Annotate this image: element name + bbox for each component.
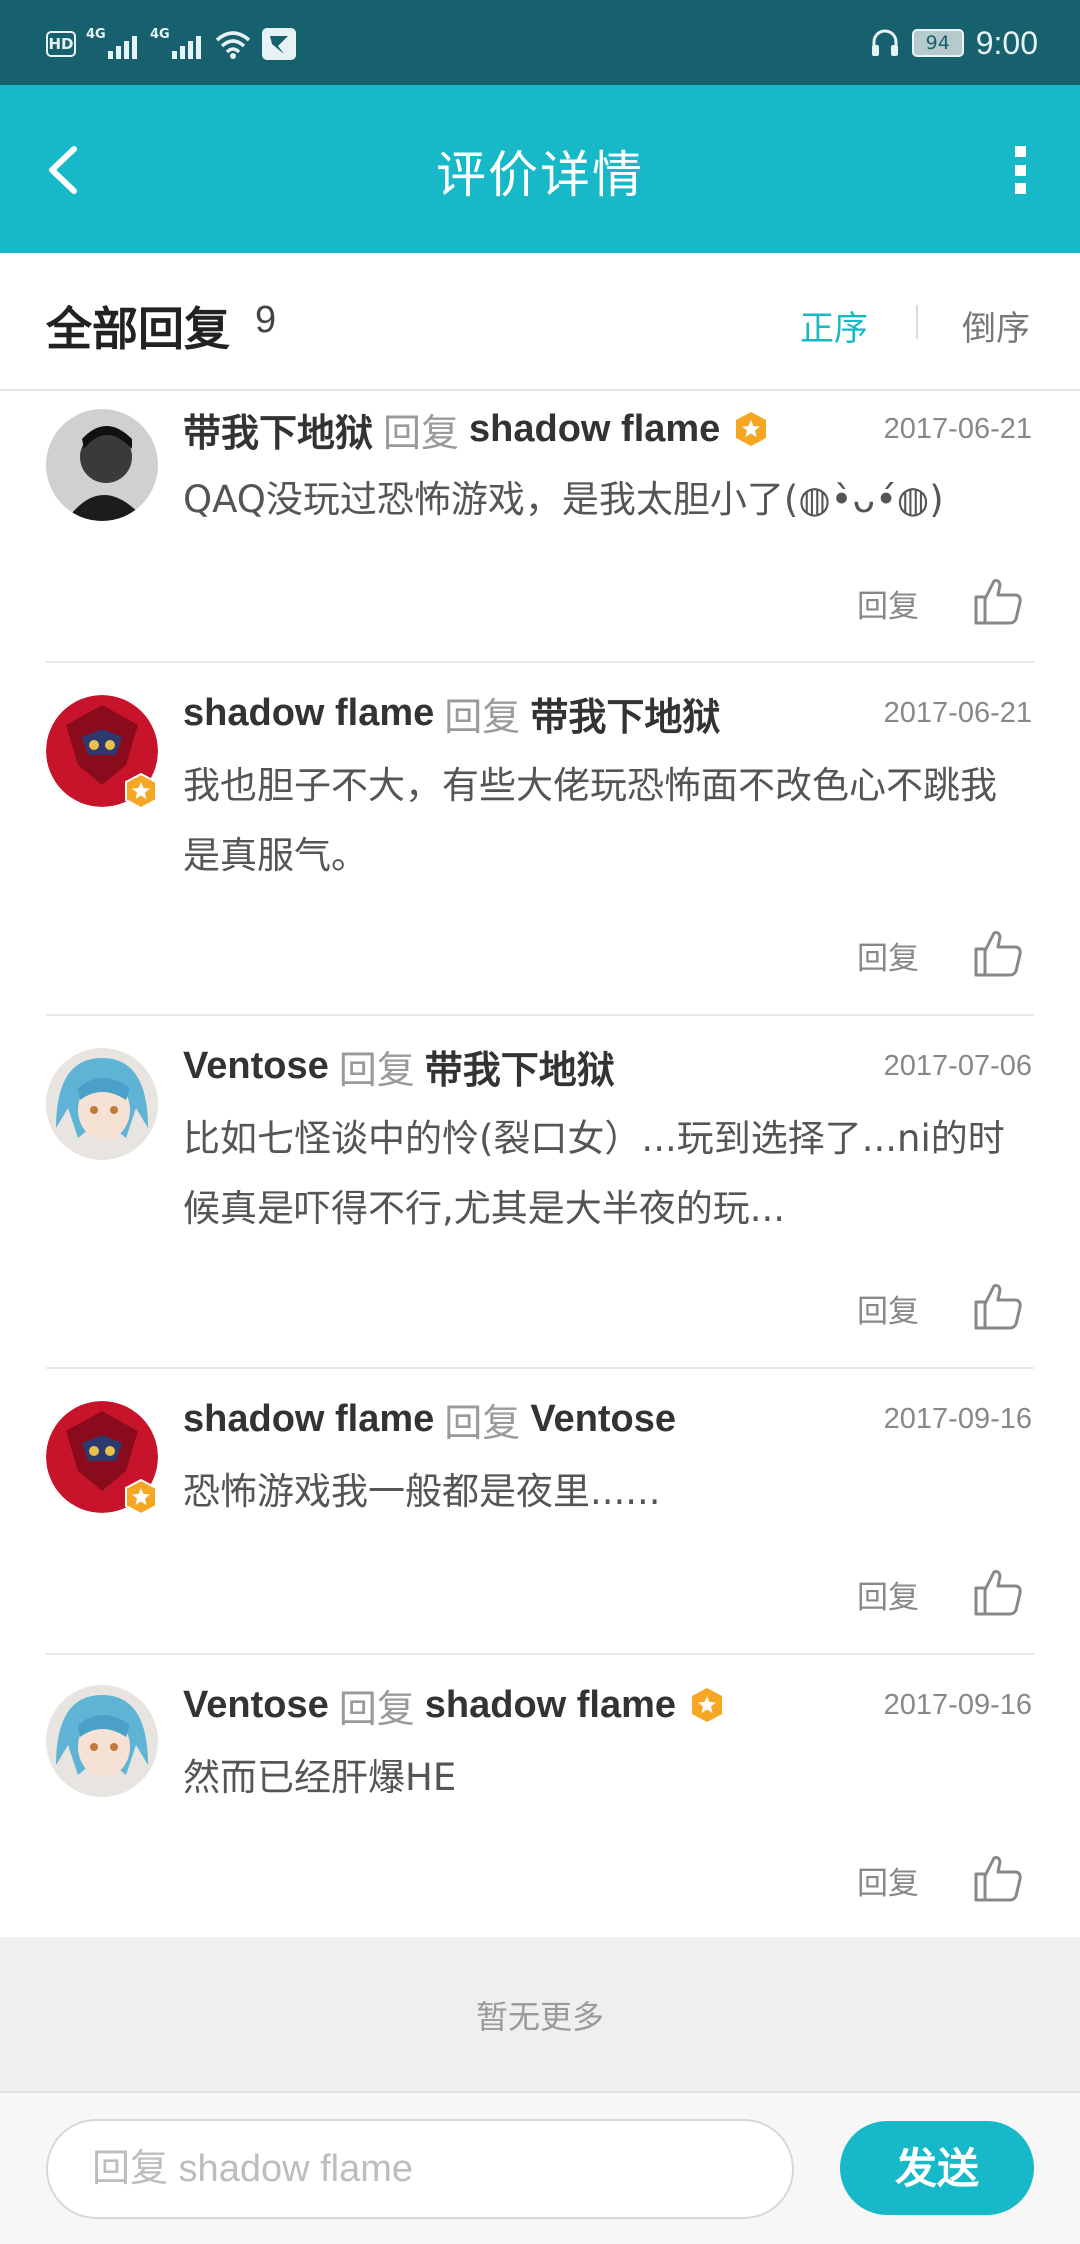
comment-text: QAQ没玩过恐怖游戏，是我太胆小了(◍•̀ᴗ•́◍) bbox=[183, 478, 944, 521]
comment-author[interactable]: 带我下地狱 bbox=[183, 402, 373, 457]
battery-icon: 94 bbox=[911, 29, 964, 57]
reply-verb: 回复 bbox=[444, 694, 521, 739]
comment-text: 恐怖游戏我一般都是夜里...... bbox=[183, 1470, 661, 1513]
thumbs-up-icon[interactable] bbox=[972, 927, 1024, 979]
reply-target[interactable]: 带我下地狱 bbox=[425, 1039, 615, 1094]
replies-title: 全部回复 bbox=[46, 302, 230, 356]
headphones-icon bbox=[871, 29, 898, 56]
avatar-wrapper bbox=[46, 1401, 158, 1515]
thumbs-up-icon[interactable] bbox=[972, 575, 1024, 627]
reply-target[interactable]: 带我下地狱 bbox=[530, 686, 720, 741]
thumbs-up-icon[interactable] bbox=[972, 1280, 1024, 1332]
reply-input[interactable] bbox=[46, 2119, 794, 2219]
signal-icon: 4G bbox=[86, 27, 140, 61]
no-more-text: 暂无更多 bbox=[475, 1998, 604, 2036]
comment-text: 然而已经肝爆HE bbox=[183, 1756, 457, 1799]
status-bar: HD 4G 4G 94 9:00 bbox=[0, 0, 1080, 85]
avatar[interactable] bbox=[46, 1048, 158, 1160]
comment-item: Ventose 回复 shadow flame 2017-09-16 然而已经肝… bbox=[0, 1655, 1080, 1937]
wifi-icon bbox=[215, 31, 251, 59]
reply-target[interactable]: Ventose bbox=[530, 1398, 676, 1441]
sort-ascending-tab[interactable]: 正序 bbox=[800, 301, 868, 350]
reply-verb: 回复 bbox=[383, 410, 460, 455]
reply-button[interactable]: 回复 bbox=[857, 1572, 919, 1617]
sort-descending-tab[interactable]: 倒序 bbox=[962, 301, 1030, 350]
reply-button[interactable]: 回复 bbox=[857, 933, 919, 978]
comment-text: 我也胆子不大，有些大佬玩恐怖面不改色心不跳我是真服气。 bbox=[183, 764, 997, 877]
verified-badge-icon bbox=[125, 1479, 157, 1515]
comment-author[interactable]: shadow flame bbox=[183, 692, 434, 735]
more-vertical-icon[interactable] bbox=[1000, 140, 1040, 200]
comment-item: 带我下地狱 回复 shadow flame 2017-06-21 QAQ没玩过恐… bbox=[0, 389, 1080, 663]
sort-divider bbox=[916, 305, 918, 339]
replies-header: 全部回复 9 正序 倒序 bbox=[0, 253, 1080, 391]
comment-author[interactable]: Ventose bbox=[183, 1045, 329, 1088]
comment-date: 2017-09-16 bbox=[883, 1689, 1032, 1721]
thumbs-up-icon[interactable] bbox=[972, 1566, 1024, 1618]
comment-author[interactable]: shadow flame bbox=[183, 1398, 434, 1441]
comment-item: Ventose 回复 带我下地狱 2017-07-06 比如七怪谈中的怜(裂口女… bbox=[0, 1016, 1080, 1369]
avatar[interactable] bbox=[46, 1685, 158, 1797]
reply-verb: 回复 bbox=[444, 1400, 521, 1445]
reply-input-bar: 发送 bbox=[0, 2091, 1080, 2244]
comment-date: 2017-06-21 bbox=[883, 697, 1032, 729]
thumbs-up-icon[interactable] bbox=[972, 1852, 1024, 1904]
avatar[interactable] bbox=[46, 409, 158, 521]
clock: 9:00 bbox=[975, 24, 1038, 61]
comment-date: 2017-07-06 bbox=[883, 1050, 1032, 1082]
comment-text: 比如七怪谈中的怜(裂口女）...玩到选择了...ni的时候真是吓得不行,尤其是大… bbox=[183, 1117, 1005, 1230]
app-notification-icon bbox=[262, 28, 296, 60]
reply-button[interactable]: 回复 bbox=[857, 1286, 919, 1331]
reply-target[interactable]: shadow flame bbox=[425, 1684, 676, 1727]
comment-date: 2017-09-16 bbox=[883, 1403, 1032, 1435]
page-title: 评价详情 bbox=[436, 146, 644, 204]
comment-item: shadow flame 回复 带我下地狱 2017-06-21 我也胆子不大，… bbox=[0, 663, 1080, 1016]
verified-badge-icon bbox=[736, 412, 767, 446]
no-more-banner: 暂无更多 bbox=[0, 1937, 1080, 2091]
verified-badge-icon bbox=[125, 773, 157, 809]
send-button[interactable]: 发送 bbox=[840, 2121, 1034, 2215]
hd-icon: HD bbox=[46, 31, 76, 57]
verified-badge-icon bbox=[692, 1688, 723, 1722]
app-bar: 评价详情 bbox=[0, 85, 1080, 253]
comment-author[interactable]: Ventose bbox=[183, 1684, 329, 1727]
comment-date: 2017-06-21 bbox=[883, 413, 1032, 445]
comment-item: shadow flame 回复 Ventose 2017-09-16 恐怖游戏我… bbox=[0, 1369, 1080, 1655]
signal-icon-2: 4G bbox=[150, 27, 204, 61]
reply-button[interactable]: 回复 bbox=[857, 581, 919, 626]
reply-verb: 回复 bbox=[338, 1686, 415, 1731]
avatar-wrapper bbox=[46, 695, 158, 809]
reply-verb: 回复 bbox=[338, 1047, 415, 1092]
reply-button[interactable]: 回复 bbox=[857, 1858, 919, 1903]
replies-count: 9 bbox=[255, 299, 277, 341]
reply-target[interactable]: shadow flame bbox=[469, 408, 720, 451]
